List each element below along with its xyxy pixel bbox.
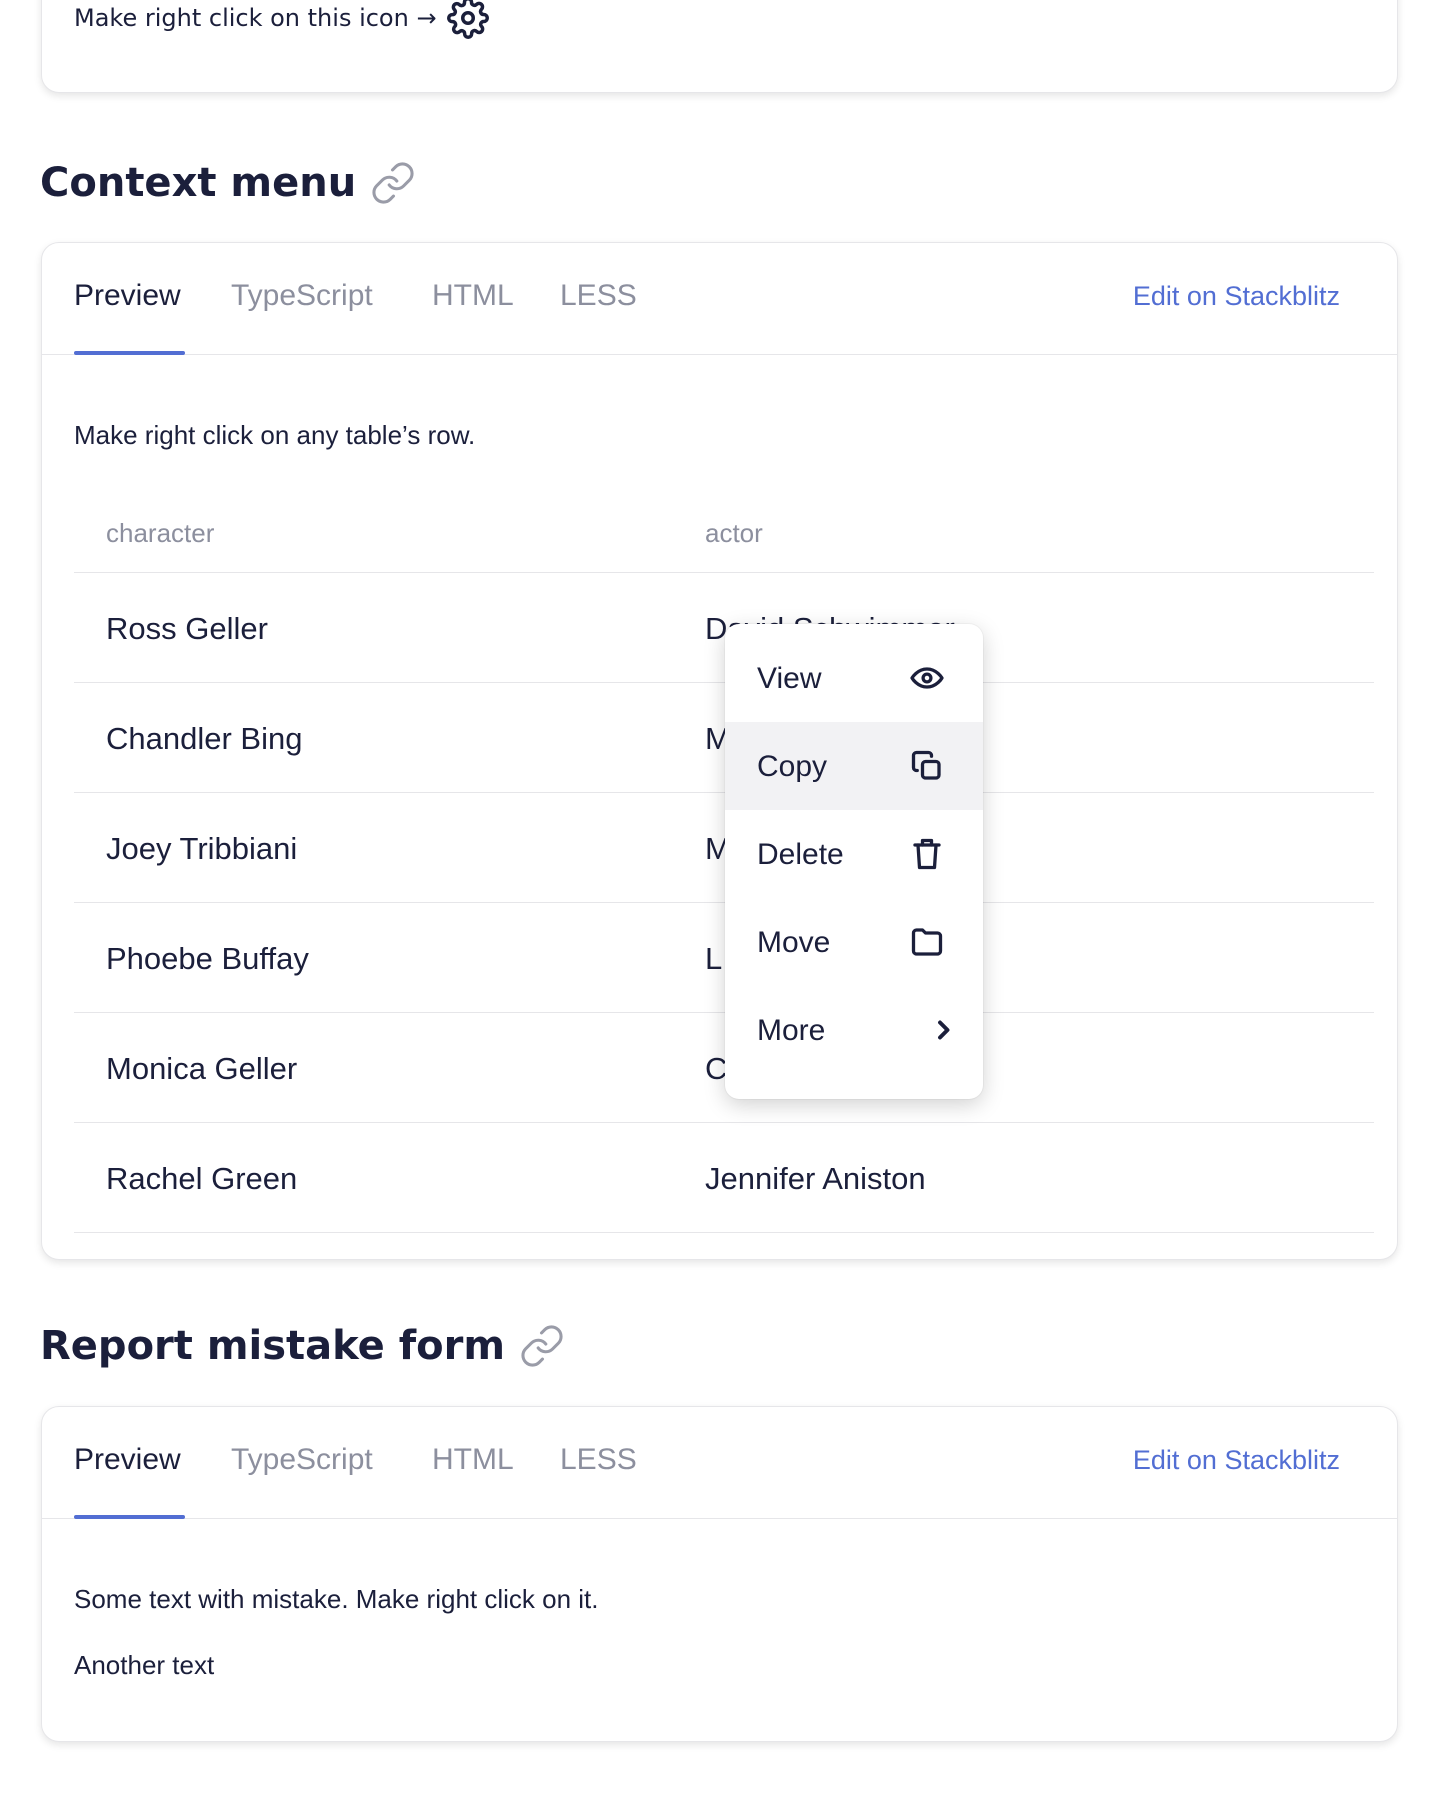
context-menu: View Copy Delete Move More — [725, 624, 983, 1099]
active-tab-indicator — [74, 351, 185, 355]
menu-item-move[interactable]: Move — [725, 898, 983, 986]
link-icon[interactable] — [519, 1323, 565, 1369]
table-body: Ross Geller David Schwimmer Chandler Bin… — [74, 573, 1374, 1233]
character-cell: Rachel Green — [106, 1161, 298, 1196]
character-cell: Chandler Bing — [106, 721, 303, 756]
copy-icon — [911, 750, 941, 780]
context-menu-heading: Context menu — [40, 160, 416, 206]
folder-icon — [911, 928, 943, 956]
report-mistake-demo-card: Preview TypeScript HTML LESS Edit on Sta… — [41, 1406, 1398, 1742]
tab-less[interactable]: LESS — [560, 1443, 637, 1477]
menu-item-label: More — [757, 1014, 826, 1047]
context-menu-demo-card: Preview TypeScript HTML LESS Edit on Sta… — [41, 242, 1398, 1260]
table-row[interactable]: Joey Tribbiani M — [74, 793, 1374, 903]
eye-icon — [910, 667, 944, 689]
gear-icon[interactable] — [446, 0, 489, 39]
edit-on-stackblitz-link[interactable]: Edit on Stackblitz — [1133, 281, 1340, 312]
gear-demo-card: Make right click on this icon → — [41, 0, 1398, 93]
tab-typescript[interactable]: TypeScript — [231, 1443, 373, 1477]
mistake-text[interactable]: Some text with mistake. Make right click… — [74, 1584, 599, 1615]
menu-item-label: Delete — [757, 838, 844, 871]
table-header: character actor — [74, 498, 1374, 573]
character-cell: Ross Geller — [106, 611, 268, 646]
menu-item-label: Copy — [757, 750, 828, 783]
character-cell: Monica Geller — [106, 1051, 298, 1086]
character-cell: Joey Tribbiani — [106, 831, 298, 866]
tab-bar: Preview TypeScript HTML LESS Edit on Sta… — [42, 243, 1397, 355]
table-row[interactable]: Rachel Green Jennifer Aniston — [74, 1123, 1374, 1233]
active-tab-indicator — [74, 1515, 185, 1519]
another-text: Another text — [74, 1650, 215, 1680]
context-menu-title: Context menu — [40, 160, 357, 206]
column-header-character[interactable]: character — [106, 518, 214, 549]
gear-hint-text: Make right click on this icon → — [74, 4, 437, 32]
table-row[interactable]: Monica Geller C — [74, 1013, 1374, 1123]
page: Make right click on this icon → Context … — [0, 0, 1440, 1800]
context-menu-description: Make right click on any table’s row. — [74, 420, 476, 450]
character-cell: Phoebe Buffay — [106, 941, 309, 976]
tab-html[interactable]: HTML — [432, 1443, 514, 1477]
tab-less[interactable]: LESS — [560, 279, 637, 313]
menu-item-view[interactable]: View — [725, 634, 983, 722]
chevron-right-icon — [938, 1020, 950, 1040]
report-mistake-title: Report mistake form — [40, 1323, 505, 1369]
menu-item-copy[interactable]: Copy — [725, 722, 983, 810]
tab-bar: Preview TypeScript HTML LESS Edit on Sta… — [42, 1407, 1397, 1519]
edit-on-stackblitz-link[interactable]: Edit on Stackblitz — [1133, 1445, 1340, 1476]
tab-typescript[interactable]: TypeScript — [231, 279, 373, 313]
tab-preview[interactable]: Preview — [74, 279, 181, 313]
table-row[interactable]: Phoebe Buffay L — [74, 903, 1374, 1013]
menu-item-more[interactable]: More — [725, 986, 983, 1074]
table-row[interactable]: Ross Geller David Schwimmer — [74, 573, 1374, 683]
table-row[interactable]: Chandler Bing M — [74, 683, 1374, 793]
trash-icon — [913, 838, 941, 870]
menu-item-label: Move — [757, 926, 831, 959]
actor-cell: Jennifer Aniston — [705, 1161, 926, 1196]
column-header-actor[interactable]: actor — [705, 518, 763, 549]
link-icon[interactable] — [370, 160, 416, 206]
actor-cell: L — [705, 941, 723, 976]
tab-html[interactable]: HTML — [432, 279, 514, 313]
tab-preview[interactable]: Preview — [74, 1443, 181, 1477]
menu-item-delete[interactable]: Delete — [725, 810, 983, 898]
gear-hint: Make right click on this icon → — [74, 0, 489, 39]
report-mistake-heading: Report mistake form — [40, 1323, 565, 1369]
menu-item-label: View — [757, 662, 822, 695]
